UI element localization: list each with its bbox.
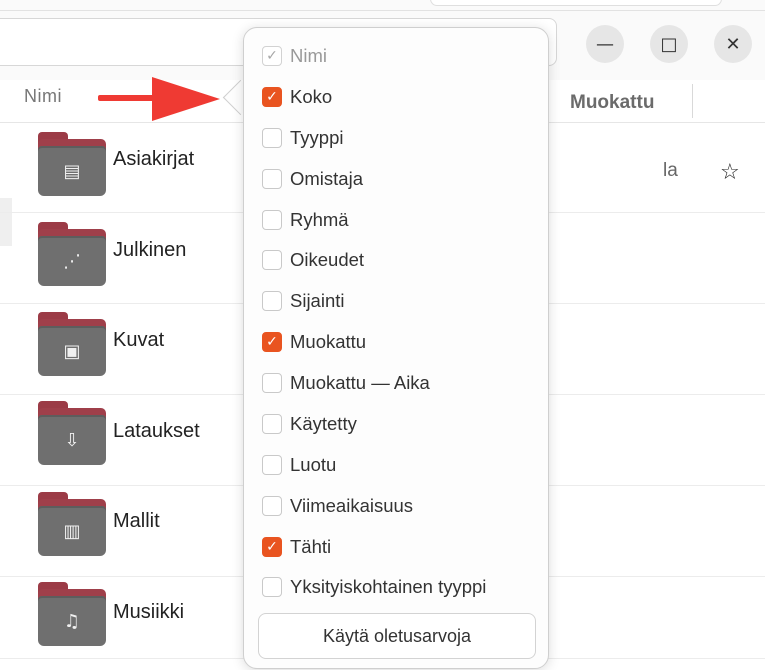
menu-label-ryhma: Ryhmä [290,209,349,230]
maximize-button[interactable]: □ [650,25,688,63]
downloads-folder-icon: ⇩ [38,415,106,465]
menu-item-nimi: ✓ Nimi [262,42,537,70]
checkbox-nimi: ✓ [262,46,282,66]
menu-item-kaytetty[interactable]: Käytetty [262,410,537,438]
column-header-name[interactable]: Nimi [24,86,62,107]
checkbox-ryhma[interactable] [262,210,282,230]
templates-folder-icon: ▥ [38,506,106,556]
folder-icon: ⋰ [38,222,106,286]
menu-item-ryhma[interactable]: Ryhmä [262,206,537,234]
menu-label-oikeudet: Oikeudet [290,249,365,270]
music-folder-icon: ♫ [38,596,106,646]
folder-icon: ▤ [38,132,106,196]
checkbox-koko[interactable]: ✓ [262,87,282,107]
menu-item-koko[interactable]: ✓ Koko [262,83,537,111]
menu-item-oikeudet[interactable]: Oikeudet [262,246,537,274]
checkbox-sijainti[interactable] [262,291,282,311]
checkbox-luotu[interactable] [262,455,282,475]
checkbox-muokattu-aika[interactable] [262,373,282,393]
file-name: Lataukset [113,420,200,442]
file-name: Mallit [113,510,160,532]
header-topline [0,10,765,11]
menu-label-muokattu-aika: Muokattu — Aika [290,372,430,393]
menu-item-viimeaikaisuus[interactable]: Viimeaikaisuus [262,492,537,520]
menu-item-yksityiskohtainen-tyyppi[interactable]: Yksityiskohtainen tyyppi [262,573,537,601]
document-folder-icon: ▤ [38,146,106,196]
pictures-folder-icon: ▣ [38,326,106,376]
annotation-arrow-head [152,77,220,121]
checkbox-yksityiskohtainen-tyyppi[interactable] [262,577,282,597]
menu-label-sijainti: Sijainti [290,290,345,311]
folder-icon: ♫ [38,582,106,646]
menu-item-tyyppi[interactable]: Tyyppi [262,124,537,152]
menu-label-viimeaikaisuus: Viimeaikaisuus [290,495,414,516]
checkbox-kaytetty[interactable] [262,414,282,434]
menu-item-luotu[interactable]: Luotu [262,451,537,479]
reset-defaults-button[interactable]: Käytä oletusarvoja [258,613,536,659]
checkbox-muokattu[interactable]: ✓ [262,332,282,352]
menu-label-nimi: Nimi [290,45,327,66]
column-separator [692,84,693,118]
file-name: Asiakirjat [113,148,195,170]
menu-label-tahti: Tähti [290,536,332,557]
menu-item-tahti[interactable]: ✓ Tähti [262,533,537,561]
file-name: Julkinen [113,239,187,261]
file-name: Musiikki [113,601,185,623]
checkbox-tahti[interactable]: ✓ [262,537,282,557]
menu-label-omistaja: Omistaja [290,168,363,189]
minimize-icon: — [596,33,614,55]
close-icon: ✕ [725,33,741,55]
checkbox-oikeudet[interactable] [262,250,282,270]
checkbox-tyyppi[interactable] [262,128,282,148]
folder-icon: ▣ [38,312,106,376]
folder-icon: ⇩ [38,401,106,465]
menu-label-koko: Koko [290,86,333,107]
menu-label-muokattu: Muokattu [290,331,367,352]
menu-item-omistaja[interactable]: Omistaja [262,165,537,193]
menu-label-yksityiskohtainen-tyyppi: Yksityiskohtainen tyyppi [290,576,487,597]
share-folder-icon: ⋰ [38,236,106,286]
star-icon[interactable]: ☆ [720,160,740,185]
menu-item-sijainti[interactable]: Sijainti [262,287,537,315]
menu-item-muokattu-aika[interactable]: Muokattu — Aika [262,369,537,397]
header-top-partial-box [430,0,722,6]
column-header-modified[interactable]: Muokattu [570,92,654,114]
modified-date-text: la [663,160,678,181]
menu-label-kaytetty: Käytetty [290,413,357,434]
close-button[interactable]: ✕ [714,25,752,63]
menu-label-luotu: Luotu [290,454,337,475]
menu-item-muokattu[interactable]: ✓ Muokattu [262,328,537,356]
maximize-icon: □ [660,33,678,55]
menu-label-tyyppi: Tyyppi [290,127,344,148]
checkbox-viimeaikaisuus[interactable] [262,496,282,516]
folder-icon: ▥ [38,492,106,556]
checkbox-omistaja[interactable] [262,169,282,189]
file-name: Kuvat [113,329,165,351]
minimize-button[interactable]: — [586,25,624,63]
